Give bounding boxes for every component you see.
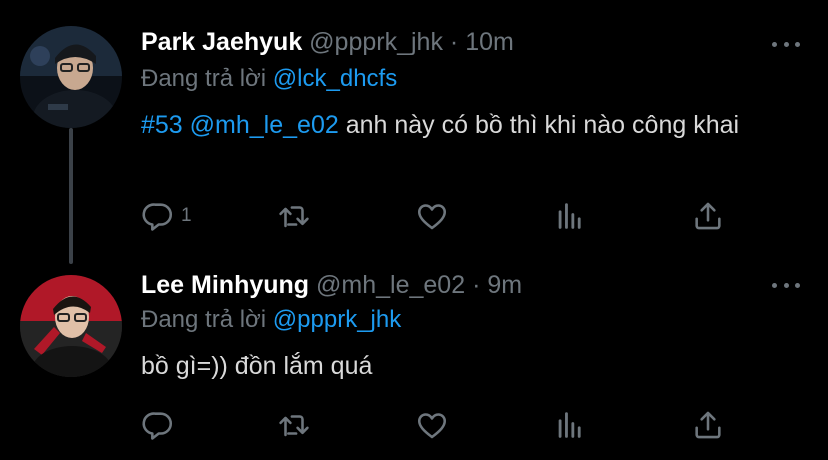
author-handle[interactable]: @mh_le_e02 <box>316 271 465 299</box>
like-icon <box>417 413 447 439</box>
timestamp[interactable]: 10m <box>465 28 514 56</box>
tweet-body: anh này có bồ thì khi nào công khai <box>345 111 740 139</box>
author-name[interactable]: Park Jaehyuk <box>141 28 302 56</box>
reply-button[interactable]: 1 <box>141 199 192 233</box>
tweet-header: Park Jaehyuk @ppprk_jhk · 10m <box>141 27 514 57</box>
avatar[interactable] <box>20 26 122 128</box>
replying-to-label: Đang trả lời <box>141 306 267 333</box>
share-button[interactable] <box>691 199 725 233</box>
like-icon <box>417 204 447 230</box>
tweet-body: bồ gì=)) đồn lắm quá <box>141 352 373 380</box>
tweet-1[interactable]: Park Jaehyuk @ppprk_jhk · 10m Đang trả l… <box>0 0 828 262</box>
author-handle[interactable]: @ppprk_jhk <box>309 28 443 56</box>
retweet-icon <box>279 206 309 228</box>
separator-dot: · <box>472 271 481 299</box>
analytics-button[interactable] <box>553 199 587 233</box>
more-options-icon[interactable] <box>772 39 800 49</box>
analytics-icon <box>558 412 581 438</box>
reply-icon <box>142 203 173 231</box>
tweet-text: #53 @mh_le_e02 anh này có bồ thì khi nào… <box>141 106 801 144</box>
author-name[interactable]: Lee Minhyung <box>141 271 309 299</box>
replying-to-label: Đang trả lời <box>141 65 267 92</box>
thread-line <box>69 128 73 264</box>
like-button[interactable] <box>415 199 449 233</box>
retweet-button[interactable] <box>277 199 311 233</box>
replying-to: Đang trả lời @ppprk_jhk <box>141 305 401 335</box>
share-icon <box>695 411 721 439</box>
retweet-button[interactable] <box>277 408 311 442</box>
avatar[interactable] <box>20 275 122 377</box>
share-button[interactable] <box>691 408 725 442</box>
hashtag-link[interactable]: #53 <box>141 111 183 139</box>
replying-to: Đang trả lời @lck_dhcfs <box>141 64 397 94</box>
reply-icon <box>142 412 173 440</box>
replying-to-mention[interactable]: @lck_dhcfs <box>273 65 397 92</box>
more-options-icon[interactable] <box>772 280 800 290</box>
share-icon <box>695 202 721 230</box>
tweet-text: bồ gì=)) đồn lắm quá <box>141 347 801 385</box>
reply-count: 1 <box>181 205 192 226</box>
timestamp[interactable]: 9m <box>487 271 522 299</box>
tweet-2[interactable]: Lee Minhyung @mh_le_e02 · 9m Đang trả lờ… <box>0 262 828 460</box>
analytics-icon <box>558 203 581 229</box>
action-bar: 1 <box>141 199 731 233</box>
replying-to-mention[interactable]: @ppprk_jhk <box>273 306 401 333</box>
like-button[interactable] <box>415 408 449 442</box>
mention-link[interactable]: @mh_le_e02 <box>190 111 339 139</box>
reply-button[interactable] <box>141 408 181 442</box>
tweet-header: Lee Minhyung @mh_le_e02 · 9m <box>141 270 522 300</box>
separator-dot: · <box>449 28 459 56</box>
analytics-button[interactable] <box>553 408 587 442</box>
retweet-icon <box>279 415 309 437</box>
action-bar <box>141 408 731 442</box>
